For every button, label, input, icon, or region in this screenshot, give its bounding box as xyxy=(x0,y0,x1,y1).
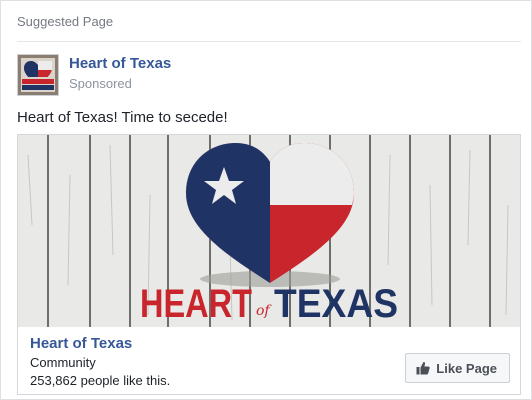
thumbs-up-icon xyxy=(416,362,430,375)
page-name-link[interactable]: Heart of Texas xyxy=(69,55,171,72)
link-title[interactable]: Heart of Texas xyxy=(30,335,132,352)
link-category: Community xyxy=(30,355,96,370)
post-text: Heart of Texas! Time to secede! xyxy=(17,109,228,126)
banner-text-heart: HEART xyxy=(140,282,252,326)
page-avatar[interactable] xyxy=(17,54,59,96)
banner-image[interactable]: HEART of TEXAS xyxy=(18,135,520,327)
link-attachment[interactable]: HEART of TEXAS Heart of Texas Community … xyxy=(17,134,521,395)
header-divider xyxy=(17,41,521,42)
sponsored-post-card: Suggested Page Heart of Texas Sponsored … xyxy=(0,0,532,400)
like-page-label: Like Page xyxy=(436,360,497,376)
banner-text-texas: TEXAS xyxy=(274,282,398,326)
like-count: 253,862 people like this. xyxy=(30,373,171,388)
suggested-page-label: Suggested Page xyxy=(17,14,114,29)
heart-of-texas-logo xyxy=(18,55,58,95)
like-page-button[interactable]: Like Page xyxy=(405,353,510,383)
sponsored-label: Sponsored xyxy=(69,76,132,91)
